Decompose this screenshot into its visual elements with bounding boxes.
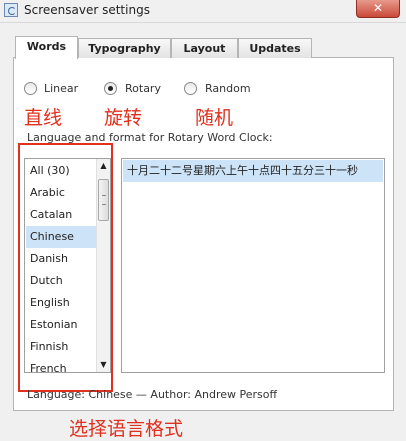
radio-linear-label[interactable]: Linear xyxy=(44,82,78,95)
close-icon: ✕ xyxy=(372,1,384,15)
annotation-language-format: 选择语言格式 xyxy=(69,418,184,440)
title-bar: Screensaver settings ✕ xyxy=(0,0,406,23)
tab-typography-label: Typography xyxy=(88,42,161,55)
language-author-status: Language: Chinese — Author: Andrew Perso… xyxy=(27,388,278,401)
annotation-rotary: 旋转 xyxy=(104,107,143,129)
app-icon xyxy=(4,3,18,17)
radio-linear[interactable] xyxy=(24,82,37,95)
radio-random-label[interactable]: Random xyxy=(205,82,251,95)
preview-line-selected[interactable]: 十月二十二号星期六上午十点四十五分三十一秒 xyxy=(123,160,383,182)
radio-rotary[interactable] xyxy=(104,82,117,95)
tab-words[interactable]: Words xyxy=(15,36,78,59)
tab-typography[interactable]: Typography xyxy=(78,38,171,58)
close-button[interactable]: ✕ xyxy=(356,0,400,18)
tab-layout-label: Layout xyxy=(183,42,226,55)
annotation-linear: 直线 xyxy=(24,107,63,129)
annotation-random: 随机 xyxy=(195,107,234,129)
window-title: Screensaver settings xyxy=(24,3,150,17)
tab-updates-label: Updates xyxy=(249,42,301,55)
tab-updates[interactable]: Updates xyxy=(238,38,312,58)
tab-layout[interactable]: Layout xyxy=(171,38,238,58)
radio-rotary-label[interactable]: Rotary xyxy=(125,82,161,95)
tab-words-label: Words xyxy=(26,40,67,53)
radio-random[interactable] xyxy=(184,82,197,95)
highlight-box xyxy=(18,143,113,392)
format-preview-list[interactable]: 十月二十二号星期六上午十点四十五分三十一秒 xyxy=(121,158,385,373)
